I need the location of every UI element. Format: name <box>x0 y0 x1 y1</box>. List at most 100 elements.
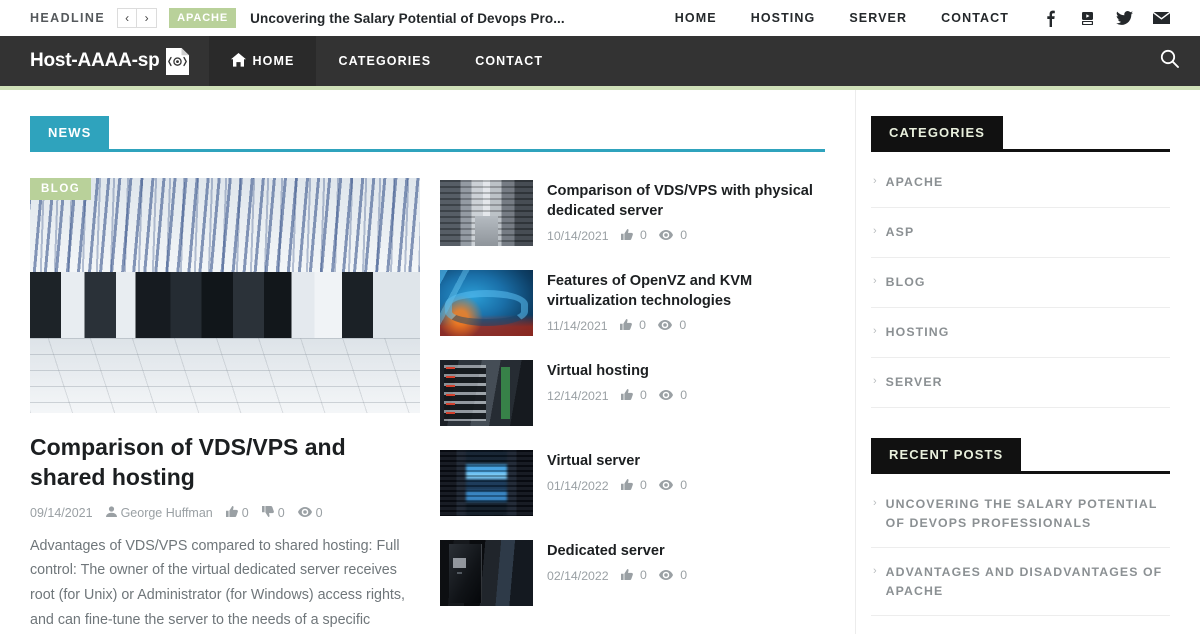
article-meta: 11/14/2021 0 0 <box>547 318 825 333</box>
featured-post-dislikes-count: 0 <box>277 505 285 520</box>
recent-post-item[interactable]: › ADVANTAGES AND DISADVANTAGES OF APACHE <box>871 548 1170 616</box>
article-body: Dedicated server 02/14/2022 0 0 <box>547 540 687 606</box>
article-likes[interactable]: 0 <box>620 478 647 493</box>
recent-posts-widget: RECENT POSTS › UNCOVERING THE SALARY POT… <box>871 438 1170 634</box>
category-item-blog[interactable]: › BLOG <box>871 258 1170 309</box>
category-item-server[interactable]: › SERVER <box>871 358 1170 409</box>
featured-post-badge[interactable]: BLOG <box>30 178 92 200</box>
article-thumbnail[interactable] <box>440 450 533 516</box>
thumbs-up-icon <box>620 229 633 243</box>
category-item-label: HOSTING <box>885 325 950 340</box>
nav-item-categories-label: CATEGORIES <box>338 54 432 68</box>
nav-item-contact[interactable]: CONTACT <box>453 36 565 86</box>
tower-server-photo <box>440 540 533 606</box>
featured-post-likes-count: 0 <box>241 505 249 520</box>
thumbs-up-icon <box>620 388 633 403</box>
article-list: Comparison of VDS/VPS with physical dedi… <box>440 178 825 634</box>
eye-icon <box>658 569 673 583</box>
search-button[interactable] <box>1138 36 1200 86</box>
top-nav-item-hosting[interactable]: HOSTING <box>734 11 833 25</box>
featured-post-likes[interactable]: 0 <box>225 505 249 520</box>
featured-post-title[interactable]: Comparison of VDS/VPS and shared hosting <box>30 433 420 493</box>
article-likes[interactable]: 0 <box>620 388 647 403</box>
article-date: 02/14/2022 <box>547 568 609 583</box>
site-logo-text: Host-AAAA-sp <box>30 50 160 71</box>
top-nav-item-server[interactable]: SERVER <box>832 11 924 25</box>
category-item-hosting[interactable]: › HOSTING <box>871 308 1170 359</box>
blue-machinery-photo <box>440 270 533 336</box>
article-meta: 02/14/2022 0 0 <box>547 568 687 583</box>
home-icon <box>230 52 246 70</box>
headline-arrows: ‹ › <box>117 8 158 28</box>
featured-post-author[interactable]: George Huffman <box>105 505 213 520</box>
twitter-icon[interactable] <box>1106 6 1143 30</box>
featured-post: BLOG Comparison of VDS/VPS and shared ho… <box>30 178 420 634</box>
article-thumbnail[interactable] <box>440 540 533 606</box>
top-nav-item-contact[interactable]: CONTACT <box>924 11 1026 25</box>
news-section-label: NEWS <box>30 116 110 149</box>
news-wrapper: BLOG Comparison of VDS/VPS and shared ho… <box>30 178 825 634</box>
category-item-label: SERVER <box>885 375 943 390</box>
headline-category-badge[interactable]: APACHE <box>169 8 237 28</box>
article-meta: 01/14/2022 0 0 <box>547 478 687 493</box>
recent-post-item[interactable]: › UNCOVERING THE SALARY POTENTIAL OF DEV… <box>871 480 1170 549</box>
article-title[interactable]: Comparison of VDS/VPS with physical dedi… <box>547 181 825 221</box>
thumbs-up-icon <box>620 568 633 583</box>
chevron-right-icon: › <box>873 375 877 388</box>
category-item-label: BLOG <box>885 275 926 290</box>
nav-item-home[interactable]: HOME <box>208 36 317 86</box>
article-meta: 12/14/2021 0 0 <box>547 388 687 403</box>
nav-item-home-label: HOME <box>252 54 295 68</box>
article-likes[interactable]: 0 <box>620 228 647 243</box>
featured-post-image[interactable]: BLOG <box>30 178 420 413</box>
photo-floor-detail <box>30 337 420 413</box>
article-date: 12/14/2021 <box>547 388 609 403</box>
article-views-count: 0 <box>680 388 688 403</box>
article-list-item: Features of OpenVZ and KVM virtualizatio… <box>440 270 825 336</box>
article-title[interactable]: Dedicated server <box>547 541 687 561</box>
headline-prev-button[interactable]: ‹ <box>117 8 138 28</box>
article-list-item: Virtual hosting 12/14/2021 0 0 <box>440 360 825 426</box>
categories-list: › APACHE › ASP › BLOG › HOSTING › SERVER <box>871 158 1170 409</box>
article-date: 01/14/2022 <box>547 478 609 493</box>
article-likes[interactable]: 0 <box>620 568 647 583</box>
featured-post-dislikes[interactable]: 0 <box>261 505 285 520</box>
article-thumbnail[interactable] <box>440 360 533 426</box>
main-nav-items: HOME CATEGORIES CONTACT <box>208 36 566 86</box>
recent-posts-list: › UNCOVERING THE SALARY POTENTIAL OF DEV… <box>871 480 1170 634</box>
article-thumbnail[interactable] <box>440 180 533 246</box>
category-item-apache[interactable]: › APACHE <box>871 158 1170 209</box>
article-body: Virtual hosting 12/14/2021 0 0 <box>547 360 687 426</box>
site-logo[interactable]: Host-AAAA-sp <box>0 36 209 86</box>
recent-post-item[interactable]: › HOW APACHE WORKS <box>871 616 1170 634</box>
main-content: NEWS BLOG Comparison of VDS/VPS and shar… <box>0 90 855 634</box>
chevron-right-icon: › <box>873 175 877 187</box>
user-icon <box>105 506 117 520</box>
youtube-icon[interactable] <box>1069 6 1106 30</box>
article-views: 0 <box>658 388 688 403</box>
article-likes-count: 0 <box>639 388 647 403</box>
email-icon[interactable] <box>1143 6 1180 30</box>
article-date: 10/14/2021 <box>547 228 609 243</box>
headline-next-button[interactable]: › <box>137 8 158 28</box>
featured-post-views-count: 0 <box>315 505 323 520</box>
featured-post-excerpt: Advantages of VDS/VPS compared to shared… <box>30 537 405 628</box>
file-gear-icon <box>165 47 189 75</box>
article-title[interactable]: Features of OpenVZ and KVM virtualizatio… <box>547 271 825 311</box>
featured-post-author-name: George Huffman <box>120 505 213 520</box>
facebook-icon[interactable] <box>1032 6 1069 30</box>
article-views-count: 0 <box>680 478 688 493</box>
article-title[interactable]: Virtual server <box>547 451 687 471</box>
nav-item-categories[interactable]: CATEGORIES <box>316 36 453 86</box>
article-title[interactable]: Virtual hosting <box>547 361 687 381</box>
article-body: Comparison of VDS/VPS with physical dedi… <box>547 180 825 246</box>
article-thumbnail[interactable] <box>440 270 533 336</box>
article-views: 0 <box>658 568 687 583</box>
server-rack-photo <box>440 360 533 426</box>
category-item-asp[interactable]: › ASP <box>871 208 1170 259</box>
recent-posts-widget-header: RECENT POSTS <box>871 438 1170 475</box>
top-nav-item-home[interactable]: HOME <box>658 11 734 25</box>
headline-title-link[interactable]: Uncovering the Salary Potential of Devop… <box>250 11 565 26</box>
article-likes[interactable]: 0 <box>619 318 646 333</box>
category-item-label: APACHE <box>885 175 944 189</box>
